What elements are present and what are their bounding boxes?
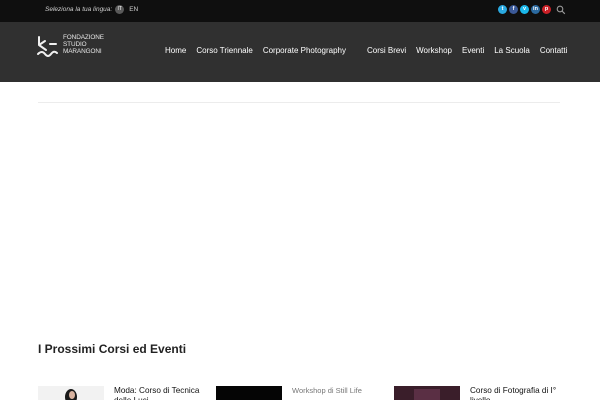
facebook-icon[interactable]: f <box>509 5 518 14</box>
logo-line-2: STUDIO <box>63 41 87 49</box>
nav-contatti[interactable]: Contatti <box>535 46 573 55</box>
card-image-1 <box>65 389 77 400</box>
language-it-button[interactable]: IT <box>115 5 125 14</box>
logo-text: FONDAZIONE STUDIO MARANGONI <box>63 34 104 56</box>
language-prompt: Seleziona la tua lingua: <box>45 6 113 13</box>
twitter-icon[interactable]: t <box>498 5 507 14</box>
nav-la-scuola[interactable]: La Scuola <box>489 46 535 55</box>
nav-workshop[interactable]: Workshop <box>411 46 457 55</box>
card-title-3[interactable]: Corso di Fotografia di I° livello <box>470 386 570 400</box>
language-en-button[interactable]: EN <box>129 6 138 13</box>
logo-mark-icon <box>37 36 58 57</box>
card-title-1[interactable]: Moda: Corso di Tecnica delle Luci <box>114 386 209 400</box>
vimeo-icon[interactable]: v <box>520 5 529 14</box>
logo[interactable]: FONDAZIONE STUDIO MARANGONI <box>36 34 104 60</box>
nav-home[interactable]: Home <box>160 46 191 55</box>
card-title-2[interactable]: Workshop di Still Life <box>292 386 382 396</box>
card-image-3 <box>394 386 460 400</box>
site-header: FONDAZIONE STUDIO MARANGONI Home Corso T… <box>0 22 600 82</box>
section-title: I Prossimi Corsi ed Eventi <box>38 342 187 356</box>
nav-corsi-brevi[interactable]: Corsi Brevi <box>362 46 411 55</box>
content-divider <box>38 102 560 103</box>
logo-line-3: MARANGONI <box>63 48 102 56</box>
card-thumbnail-3[interactable] <box>394 386 460 400</box>
logo-line-1: FONDAZIONE <box>63 34 104 41</box>
linkedin-icon[interactable]: in <box>531 5 540 14</box>
top-bar: Seleziona la tua lingua: IT EN t f v in … <box>0 0 600 22</box>
nav-corporate-photography[interactable]: Corporate Photography <box>258 46 362 55</box>
nav-corso-triennale[interactable]: Corso Triennale <box>191 46 257 55</box>
card-thumbnail-1[interactable] <box>38 386 104 400</box>
pinterest-icon[interactable]: p <box>542 5 551 14</box>
nav-eventi[interactable]: Eventi <box>457 46 489 55</box>
main-nav: Home Corso Triennale Corporate Photograp… <box>160 46 572 55</box>
social-links: t f v in p <box>498 5 551 14</box>
language-selector: Seleziona la tua lingua: IT EN <box>45 5 138 14</box>
search-icon[interactable] <box>556 5 566 15</box>
card-thumbnail-2[interactable] <box>216 386 282 400</box>
